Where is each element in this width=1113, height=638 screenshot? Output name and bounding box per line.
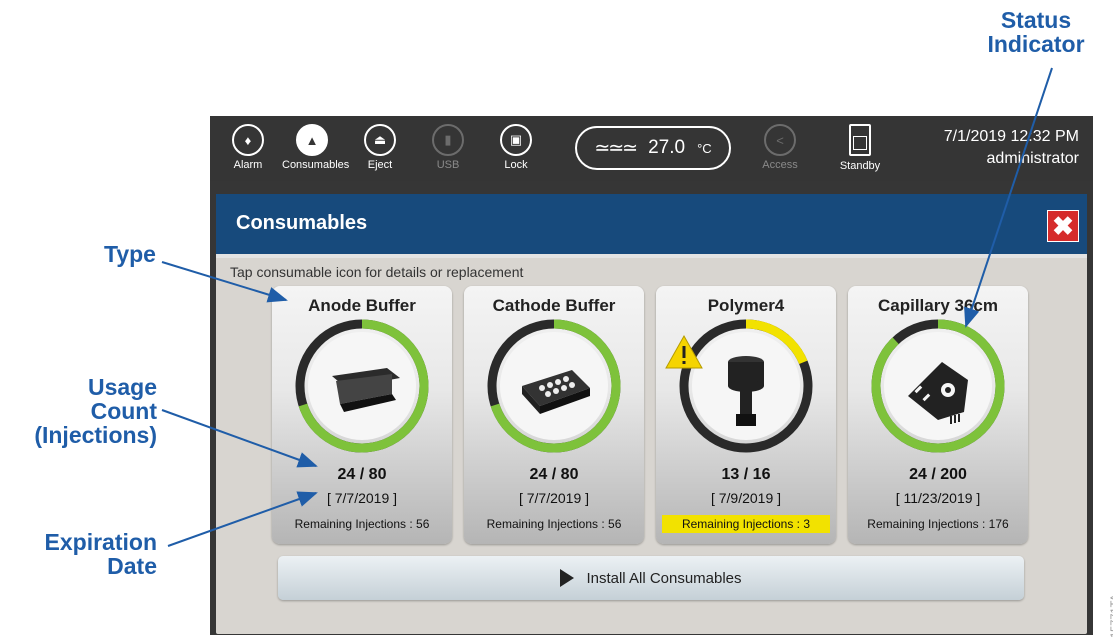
- consumables-button[interactable]: ▲ Consumables: [282, 124, 349, 171]
- temperature-value: 27.0: [648, 137, 686, 158]
- eject-icon: ⏏: [364, 124, 396, 156]
- status-gauge: [295, 319, 429, 453]
- instruction-text: Tap consumable icon for details or repla…: [230, 264, 524, 280]
- close-icon: ✖: [1052, 211, 1074, 241]
- card-title: Anode Buffer: [308, 296, 416, 315]
- card-title: Capillary 36cm: [877, 296, 998, 315]
- temperature-unit: °C: [697, 140, 712, 156]
- card-cathode-buffer[interactable]: Cathode Buffer 24 / 80 [ 7/7/2019 ] Rema…: [464, 286, 644, 544]
- card-polymer4[interactable]: Polymer4 13 / 16 [ 7/9/2019 ] Remaining …: [656, 286, 836, 544]
- datetime: 7/1/2019 12:32 PM: [943, 128, 1079, 145]
- lock-icon: ▣: [500, 124, 532, 156]
- callout-usage-count: Usage Count (Injections): [34, 374, 157, 448]
- access-button[interactable]: < Access: [750, 124, 810, 171]
- remaining-injections: Remaining Injections : 3: [662, 515, 830, 533]
- remaining-injections: Remaining Injections : 56: [294, 517, 430, 531]
- callout-type: Type: [104, 241, 156, 267]
- status-gauge: [487, 319, 621, 453]
- expiration-date: [ 7/7/2019 ]: [326, 490, 398, 506]
- eject-button[interactable]: ⏏ Eject: [350, 124, 410, 171]
- card-capillary-36cm[interactable]: Capillary 36cm 24 / 200 [ 11/23/2019 ] R…: [848, 286, 1028, 544]
- datetime-user: 7/1/2019 12:32 PM administrator: [944, 126, 1079, 170]
- instrument-screen: ♦ Alarm ▲ Consumables ⏏ Eject ▮ USB ▣ Lo…: [210, 116, 1093, 635]
- expiration-date: [ 11/23/2019 ]: [895, 490, 981, 506]
- dialog-header: Consumables ✖: [216, 194, 1087, 258]
- close-button[interactable]: ✖: [1047, 210, 1079, 242]
- temperature-display[interactable]: ≃≃≃ 27.0 °C: [575, 126, 731, 170]
- callout-status-indicator: Status Indicator: [987, 7, 1085, 57]
- status-gauge: [871, 319, 1005, 453]
- card-anode-buffer[interactable]: Anode Buffer 24 / 80 [ 7/7/2019 ] Remain…: [272, 286, 452, 544]
- play-icon: [560, 569, 575, 587]
- usage-count: 24 / 80: [337, 466, 387, 483]
- install-all-label: Install All Consumables: [586, 569, 742, 587]
- remaining-injections: Remaining Injections : 56: [486, 517, 622, 531]
- callout-expiration-date: Expiration Date: [44, 529, 157, 579]
- consumables-icon: ▲: [296, 124, 328, 156]
- usb-button[interactable]: ▮ USB: [418, 124, 478, 171]
- usb-icon: ▮: [432, 124, 464, 156]
- dialog-title: Consumables: [236, 212, 368, 234]
- standby-icon: [849, 124, 871, 156]
- card-title: Polymer4: [707, 296, 785, 315]
- figure-id: 15771TA: [1109, 594, 1113, 638]
- standby-button[interactable]: Standby: [832, 124, 888, 172]
- user-name: administrator: [986, 150, 1079, 167]
- bell-icon: ♦: [232, 124, 264, 156]
- warning-icon: [665, 334, 703, 369]
- card-title: Cathode Buffer: [492, 296, 616, 315]
- top-toolbar: ♦ Alarm ▲ Consumables ⏏ Eject ▮ USB ▣ Lo…: [210, 116, 1093, 181]
- consumables-dialog: Consumables ✖ Tap consumable icon for de…: [216, 194, 1087, 634]
- install-all-consumables-button[interactable]: Install All Consumables: [278, 556, 1024, 600]
- share-icon: <: [764, 124, 796, 156]
- usage-count: 24 / 80: [529, 466, 579, 483]
- expiration-date: [ 7/7/2019 ]: [518, 490, 590, 506]
- usage-count: 13 / 16: [721, 466, 771, 483]
- remaining-injections: Remaining Injections : 176: [867, 517, 1009, 531]
- heater-icon: ≃≃≃: [594, 137, 638, 159]
- lock-button[interactable]: ▣ Lock: [486, 124, 546, 171]
- usage-count: 24 / 200: [909, 466, 967, 483]
- expiration-date: [ 7/9/2019 ]: [710, 490, 782, 506]
- alarm-button[interactable]: ♦ Alarm: [218, 124, 278, 171]
